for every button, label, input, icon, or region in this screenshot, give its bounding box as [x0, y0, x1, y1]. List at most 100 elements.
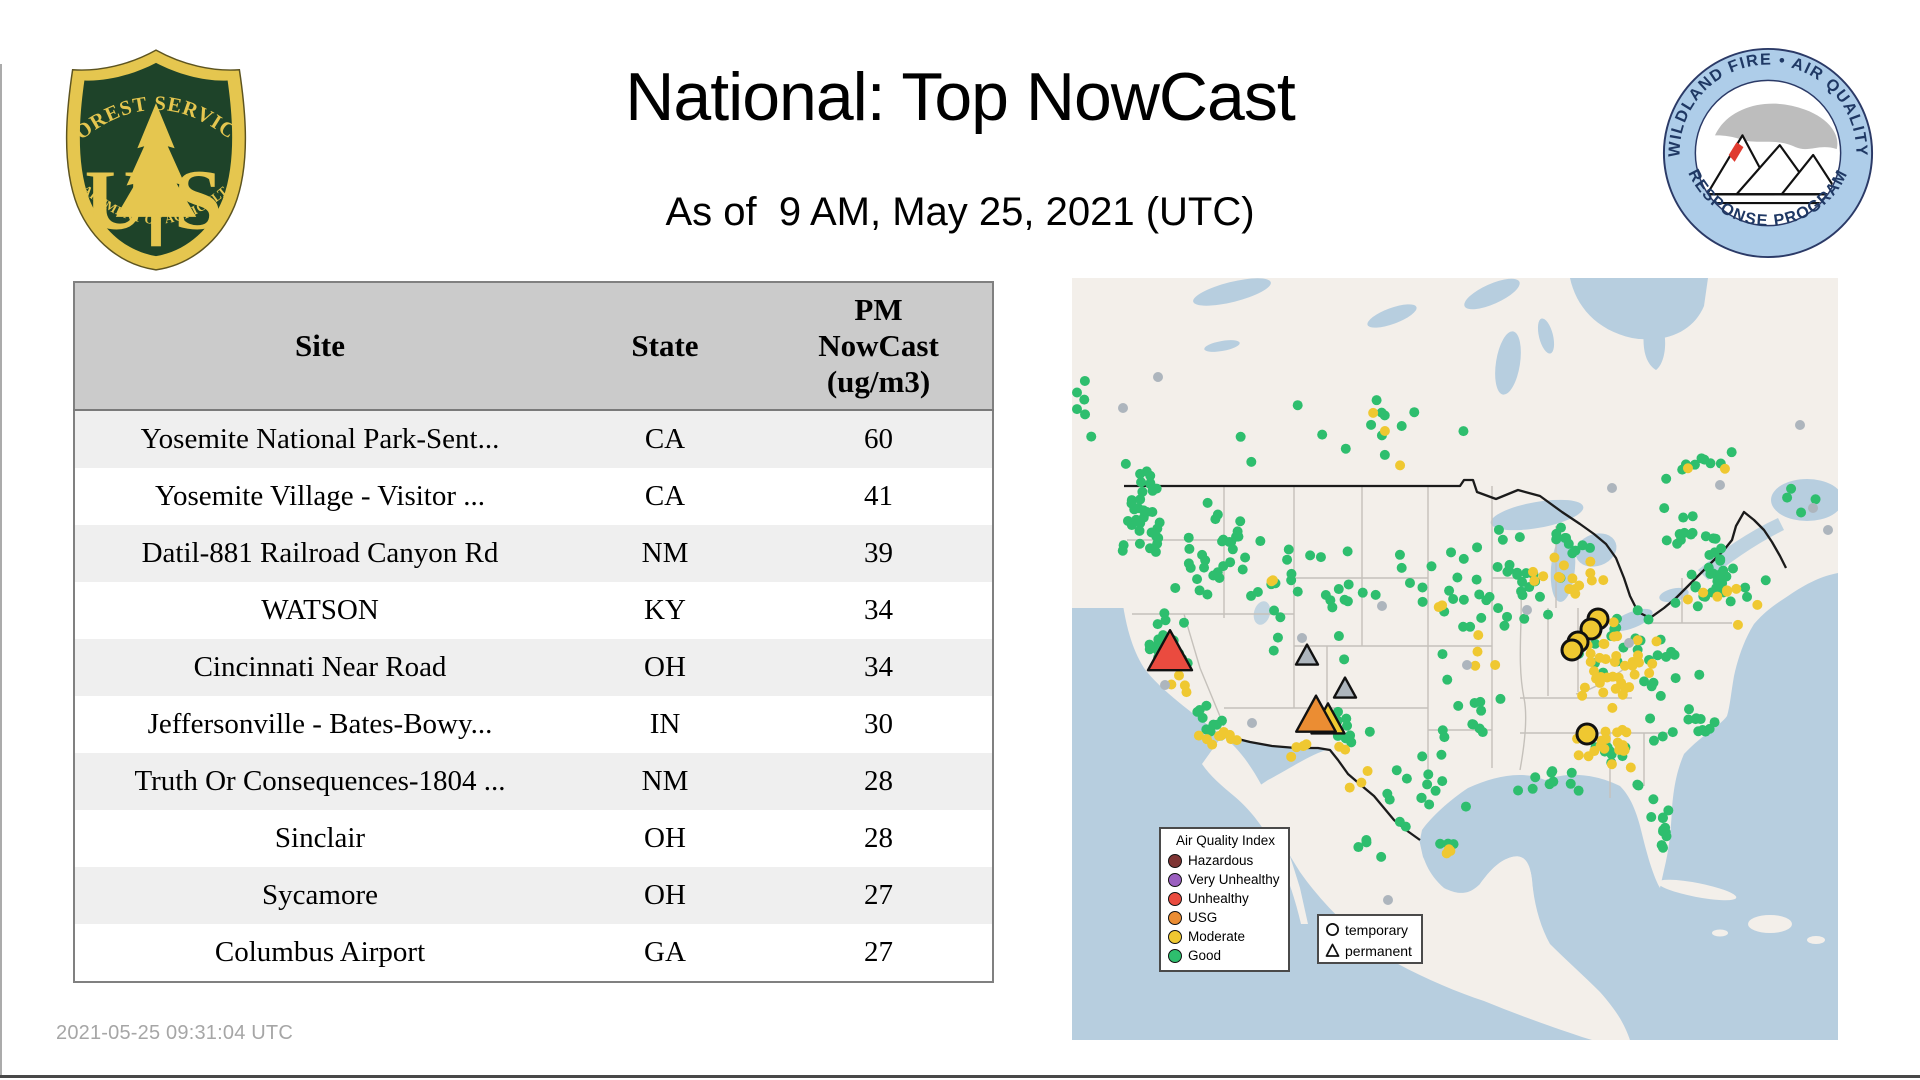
monitor-dot: [1476, 705, 1487, 716]
monitor-dot: [1645, 713, 1656, 724]
monitor-dot: [1344, 782, 1355, 793]
monitor-dot: [1345, 730, 1356, 741]
monitor-dot: [1235, 516, 1246, 527]
monitor-dot: [1718, 565, 1729, 576]
monitor-dot: [1606, 759, 1617, 770]
monitor-dot: [1667, 727, 1678, 738]
monitor-dot: [1079, 375, 1090, 386]
monitor-dot: [1495, 693, 1506, 704]
monitor-dot: [1417, 596, 1428, 607]
monitor-dot: [1704, 549, 1715, 560]
wfaqrp-logo-icon: WILDLAND FIRE • AIR QUALITY RESPONSE PRO…: [1662, 47, 1874, 259]
monitor-dot: [1648, 735, 1659, 746]
aqi-legend-label: Unhealthy: [1188, 891, 1249, 906]
monitor-dot: [1384, 794, 1395, 805]
monitor-dot: [1442, 674, 1453, 685]
monitor-dot: [1371, 395, 1382, 406]
page-subtitle: As of 9 AM, May 25, 2021 (UTC): [665, 190, 1255, 234]
site-cell: Jeffersonville - Bates-Bowy...: [74, 696, 565, 753]
monitor-dot: [1376, 851, 1387, 862]
monitor-dot: [1333, 584, 1344, 595]
table-row: Sycamore OH 27: [74, 867, 993, 924]
monitor-dot: [1356, 777, 1367, 788]
monitor-dot: [1599, 638, 1610, 649]
monitor-dot: [1553, 571, 1564, 582]
monitor-dot: [1726, 447, 1737, 458]
monitor-dot: [1609, 631, 1620, 642]
monitor-dot: [1555, 522, 1566, 533]
monitor-dot: [1458, 553, 1469, 564]
monitor-dot: [1086, 431, 1097, 442]
monitor-dot: [1625, 762, 1636, 773]
table-row: Cincinnati Near Road OH 34: [74, 639, 993, 696]
monitor-dot: [1648, 794, 1659, 805]
monitor-dot: [1512, 567, 1523, 578]
monitor-dot: [1538, 571, 1549, 582]
monitor-dot: [1446, 547, 1457, 558]
monitor-dot: [1315, 552, 1326, 563]
monitor-dot: [1401, 773, 1412, 784]
monitor-dot: [1153, 372, 1163, 382]
monitor-dot: [1395, 460, 1406, 471]
monitor-dot: [1564, 584, 1575, 595]
monitor-dot: [1682, 594, 1693, 605]
monitor-dot: [1192, 574, 1203, 585]
monitor-dot: [1472, 646, 1483, 657]
monitor-dot: [1297, 633, 1307, 643]
monitor-dot: [1514, 532, 1525, 543]
monitor-dot: [1527, 566, 1538, 577]
monitor-dot: [1502, 611, 1513, 622]
monitor-dot: [1559, 533, 1570, 544]
monitor-dot: [1131, 514, 1142, 525]
monitor-dot: [1283, 544, 1294, 555]
monitor-dot: [1173, 670, 1184, 681]
aqi-legend-item: Unhealthy: [1168, 889, 1283, 908]
table-body: Yosemite National Park-Sent... CA 60 Yosemi…: [74, 410, 993, 982]
monitor-dot: [1646, 681, 1657, 692]
monitor-dot: [1678, 512, 1689, 523]
monitor-dot: [1513, 785, 1524, 796]
monitor-dot: [1727, 563, 1738, 574]
monitor-dot: [1333, 631, 1344, 642]
monitor-dot: [1687, 527, 1698, 538]
monitor-dot: [1493, 524, 1504, 535]
monitor-dot: [1317, 429, 1328, 440]
monitor-dot: [1423, 769, 1434, 780]
monitor-dot: [1445, 845, 1456, 856]
monitor-dot: [1633, 657, 1644, 668]
monitor-dot: [1268, 645, 1279, 656]
monitor-dot: [1343, 579, 1354, 590]
table-row: WATSON KY 34: [74, 582, 993, 639]
monitor-dot: [1699, 454, 1710, 465]
monitor-dot: [1472, 542, 1483, 553]
monitor-dot: [1237, 564, 1248, 575]
monitor-dot: [1620, 683, 1631, 694]
monitor-dot: [1458, 426, 1469, 437]
monitor-dot: [1709, 717, 1720, 728]
monitor-dot: [1732, 619, 1743, 630]
monitor-dot: [1810, 494, 1821, 505]
value-cell: 30: [765, 696, 993, 753]
monitor-dot: [1134, 525, 1145, 536]
monitor-dot: [1462, 660, 1472, 670]
state-cell: OH: [565, 639, 765, 696]
monitor-dot: [1612, 727, 1623, 738]
monitor-dot: [1558, 560, 1569, 571]
monitor-dot: [1266, 576, 1277, 587]
aqi-legend-label: Moderate: [1188, 929, 1246, 944]
monitor-dot: [1471, 574, 1482, 585]
monitor-dot: [1452, 572, 1463, 583]
monitor-dot: [1404, 577, 1415, 588]
monitor-dot: [1134, 538, 1145, 549]
monitor-dot: [1710, 533, 1721, 544]
monitor-dot: [1692, 601, 1703, 612]
value-cell: 27: [765, 924, 993, 982]
aqi-legend-title: Air Quality Index: [1175, 833, 1276, 848]
monitor-dot: [1252, 587, 1263, 598]
monitor-dot: [1675, 535, 1686, 546]
state-cell: GA: [565, 924, 765, 982]
monitor-dot: [1585, 556, 1596, 567]
monitor-dot: [1341, 713, 1352, 724]
aqi-legend-items: Hazardous Very Unhealthy Unhealthy USG Moder…: [1168, 851, 1283, 965]
aqi-color-swatch: [1168, 872, 1182, 887]
